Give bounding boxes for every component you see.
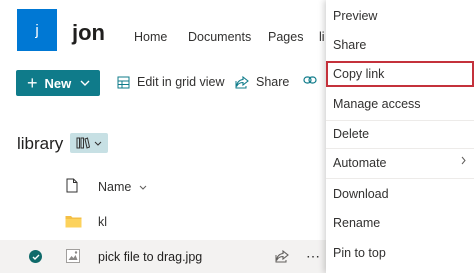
library-view-icon xyxy=(76,137,90,149)
edit-grid-view-label: Edit in grid view xyxy=(137,75,225,89)
nav-library[interactable]: li xyxy=(319,30,325,44)
link-icon xyxy=(303,76,317,84)
new-button-label: New xyxy=(44,75,72,91)
menu-item-label: Rename xyxy=(333,216,381,230)
nav-documents[interactable]: Documents xyxy=(188,30,251,44)
share-icon xyxy=(235,75,249,88)
chevron-down-icon xyxy=(80,80,90,86)
more-options-icon[interactable]: ⋯ xyxy=(306,248,321,265)
menu-divider xyxy=(326,148,474,149)
nav-pages[interactable]: Pages xyxy=(268,30,303,44)
context-menu: Preview Share Copy link Manage access De… xyxy=(326,0,474,273)
new-button[interactable]: + New xyxy=(16,70,100,96)
image-file-icon xyxy=(66,249,80,263)
folder-icon xyxy=(65,216,82,228)
list-item-name[interactable]: kl xyxy=(98,215,107,229)
site-logo[interactable]: j xyxy=(17,9,57,51)
name-column-label: Name xyxy=(98,180,132,194)
menu-item-label: Share xyxy=(333,38,367,52)
nav-home[interactable]: Home xyxy=(134,30,167,44)
menu-item-label: Preview xyxy=(333,9,378,23)
site-logo-letter: j xyxy=(35,21,39,39)
grid-icon xyxy=(117,76,130,88)
menu-item-label: Manage access xyxy=(333,97,421,111)
plus-icon: + xyxy=(27,73,38,93)
menu-item-label: Pin to top xyxy=(333,246,386,260)
file-type-icon[interactable] xyxy=(66,178,78,193)
view-switcher-button[interactable] xyxy=(70,133,108,153)
menu-divider xyxy=(326,120,474,121)
edit-grid-view-button[interactable]: Edit in grid view xyxy=(117,75,225,89)
chevron-down-icon xyxy=(94,141,102,146)
library-title: library xyxy=(17,134,64,153)
menu-item-label: Automate xyxy=(333,156,387,170)
share-command-button[interactable]: Share xyxy=(235,75,289,89)
checkmark-icon[interactable] xyxy=(29,250,42,263)
menu-item-label: Copy link xyxy=(333,67,385,81)
menu-divider xyxy=(326,178,474,179)
name-column-header[interactable]: Name xyxy=(98,180,147,194)
menu-item-label: Download xyxy=(333,187,389,201)
site-title[interactable]: jon xyxy=(72,20,105,46)
share-icon[interactable] xyxy=(275,250,289,263)
menu-item-label: Delete xyxy=(333,127,370,141)
share-command-label: Share xyxy=(256,75,290,89)
chevron-down-icon xyxy=(139,185,147,190)
menu-item-copy-link[interactable]: Copy link xyxy=(326,61,474,87)
chevron-right-icon xyxy=(461,156,466,165)
copy-link-command-button[interactable] xyxy=(303,75,324,85)
list-item-name[interactable]: pick file to drag.jpg xyxy=(98,250,202,264)
